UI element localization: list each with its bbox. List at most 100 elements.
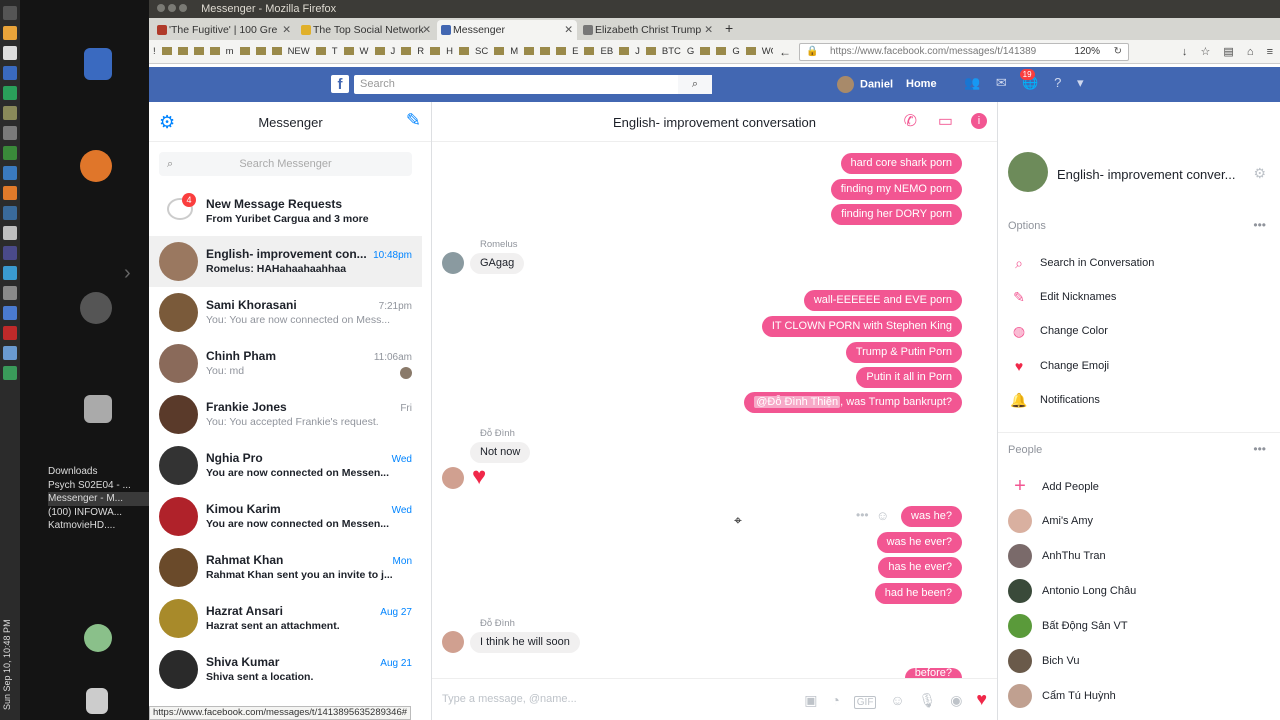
message-bubble-mention[interactable]: @Đỗ Đình Thiện, was Trump bankrupt? [744, 392, 962, 413]
person-item[interactable]: AnhThu Tran [1008, 539, 1268, 574]
phone-call-icon[interactable]: ✆ [904, 111, 917, 131]
heart-emoji-icon[interactable]: ♥ [472, 464, 486, 490]
task-item[interactable]: Psych S02E04 - ... [48, 479, 149, 493]
compose-icon[interactable]: ✎ [406, 110, 421, 131]
search-icon[interactable]: ⌕ [678, 75, 712, 94]
close-tab-icon[interactable]: ✕ [282, 20, 291, 40]
message-bubble[interactable]: was he? [901, 506, 962, 527]
drive-icon[interactable] [3, 346, 17, 360]
bookmark-item[interactable]: T [332, 46, 338, 57]
bookmark-item[interactable]: G [687, 46, 694, 57]
bookmark-item[interactable] [494, 47, 505, 56]
close-tab-icon[interactable]: ✕ [704, 20, 713, 40]
ubuntu-desktop-icon[interactable] [80, 292, 112, 324]
filezilla-icon[interactable] [3, 326, 17, 340]
zoom-level[interactable]: 120% [1074, 44, 1100, 60]
option-notifications[interactable]: 🔔 Notifications [1008, 383, 1268, 417]
message-bubble[interactable]: IT CLOWN PORN with Stephen King [761, 316, 962, 337]
message-bubble[interactable]: Trump & Putin Porn [845, 342, 962, 363]
system-clock[interactable]: Sun Sep 10, 10:48 PM [2, 619, 18, 710]
react-emoji-icon[interactable]: ☺ [876, 508, 889, 523]
messages-icon[interactable]: ✉ [996, 75, 1007, 91]
task-item[interactable]: Downloads [48, 465, 149, 479]
window-controls[interactable] [157, 0, 190, 18]
bookmark-item[interactable]: NEW [288, 46, 310, 57]
tab-messenger[interactable]: Messenger ✕ [437, 20, 577, 40]
bookmark-item[interactable] [619, 47, 630, 56]
bookmark-item[interactable]: ! [153, 46, 156, 57]
calendar-icon[interactable] [3, 66, 17, 80]
settings-icon[interactable] [3, 246, 17, 260]
conversation-item[interactable]: Frankie Jones Fri You: You accepted Franki… [149, 389, 422, 440]
person-item[interactable]: Cẩm Tú Huỳnh [1008, 679, 1268, 714]
bookmark-item[interactable] [161, 47, 172, 56]
info-icon[interactable]: i [971, 113, 987, 129]
secure-lock-icon[interactable]: 🔒 [806, 44, 818, 60]
message-bubble[interactable]: Not now [470, 442, 531, 463]
message-bubble[interactable]: wall-EEEEEE and EVE porn [803, 290, 962, 311]
add-people-button[interactable]: + Add People [1008, 470, 1268, 505]
message-bubble[interactable]: GAgag [470, 253, 525, 274]
bookmark-item[interactable] [193, 47, 204, 56]
new-tab-button[interactable]: + [725, 20, 733, 36]
conversation-item[interactable]: English- improvement con... 10:48pm Romelu… [149, 236, 422, 287]
bookmark-item[interactable]: M [510, 46, 518, 57]
library-icon[interactable]: ▤ [1223, 46, 1233, 58]
bookmark-item[interactable] [401, 47, 412, 56]
reload-icon[interactable]: ↻ [1114, 44, 1122, 60]
bitcoin-icon[interactable] [3, 26, 17, 40]
bookmark-item[interactable]: J [391, 46, 396, 57]
bookmark-item[interactable] [540, 47, 551, 56]
writer-document-icon[interactable] [84, 48, 112, 80]
person-item[interactable]: Bich Vu [1008, 644, 1268, 679]
message-bubble[interactable]: finding her DORY porn [831, 204, 962, 225]
tab-fugitive[interactable]: 'The Fugitive' | 100 Gre ✕ [153, 20, 295, 40]
spreadsheet-icon[interactable] [3, 86, 17, 100]
bookmark-item[interactable]: H [446, 46, 453, 57]
conversation-item[interactable]: Sami Khorasani 7:21pm You: You are now con… [149, 287, 422, 338]
option-change-emoji[interactable]: ♥ Change Emoji [1008, 349, 1268, 383]
address-bar[interactable]: 🔒 https://www.facebook.com/messages/t/14… [799, 43, 1129, 61]
bookmark-item[interactable] [255, 47, 266, 56]
firefox-desktop-icon[interactable] [80, 150, 112, 182]
chrome-icon[interactable] [3, 266, 17, 280]
emoji-icon[interactable]: ☺ [890, 692, 904, 708]
message-input[interactable]: Type a message, @name... [442, 693, 577, 705]
conversation-item[interactable]: Kimou Karim Wed You are now connected on M… [149, 491, 422, 542]
help-icon[interactable]: ? [1054, 75, 1061, 90]
chevron-right-icon[interactable]: › [124, 262, 131, 285]
person-item[interactable]: Bất Động Sản VT [1008, 609, 1268, 644]
app-icon[interactable] [3, 206, 17, 220]
conversation-item[interactable]: Hazrat Ansari Aug 27 Hazrat sent an attach… [149, 593, 422, 644]
bookmark-item[interactable]: m [226, 46, 234, 57]
bookmark-item[interactable] [556, 47, 567, 56]
bookmark-item[interactable] [209, 47, 220, 56]
browser-icon[interactable] [3, 166, 17, 180]
mention-tag[interactable]: @Đỗ Đình Thiện [754, 396, 841, 408]
back-button[interactable]: ← [779, 40, 791, 64]
facebook-search-input[interactable]: Search ⌕ [354, 75, 712, 94]
more-people-icon[interactable]: ••• [1253, 442, 1266, 456]
message-bubble[interactable]: I think he will soon [470, 632, 580, 653]
bookmark-item[interactable] [343, 47, 354, 56]
archive-icon[interactable] [3, 106, 17, 120]
bookmark-item[interactable] [239, 47, 250, 56]
gear-icon[interactable]: ⚙ [1253, 165, 1266, 182]
ubuntu-icon[interactable] [3, 6, 17, 20]
trash-icon[interactable] [86, 688, 108, 714]
bookmark-item[interactable] [271, 47, 282, 56]
bookmark-item[interactable] [524, 47, 535, 56]
gif-icon[interactable]: GIF [853, 696, 877, 709]
message-bubble[interactable]: hard core shark porn [840, 153, 962, 174]
message-bubble[interactable]: before? [904, 668, 962, 678]
monitor-icon[interactable] [3, 146, 17, 160]
chevron-down-icon[interactable]: ▾ [1077, 75, 1084, 91]
group-avatar[interactable] [1008, 152, 1048, 192]
facebook-logo-icon[interactable]: f [331, 75, 349, 93]
home-icon[interactable]: ⌂ [1247, 46, 1254, 58]
bookmark-item[interactable]: R [417, 46, 424, 57]
video-call-icon[interactable]: ▭ [938, 111, 953, 131]
friend-requests-icon[interactable]: 👥 [964, 75, 980, 91]
task-item[interactable]: Messenger - M... [48, 492, 149, 506]
tab-social-network[interactable]: The Top Social Network ✕ [297, 20, 435, 40]
